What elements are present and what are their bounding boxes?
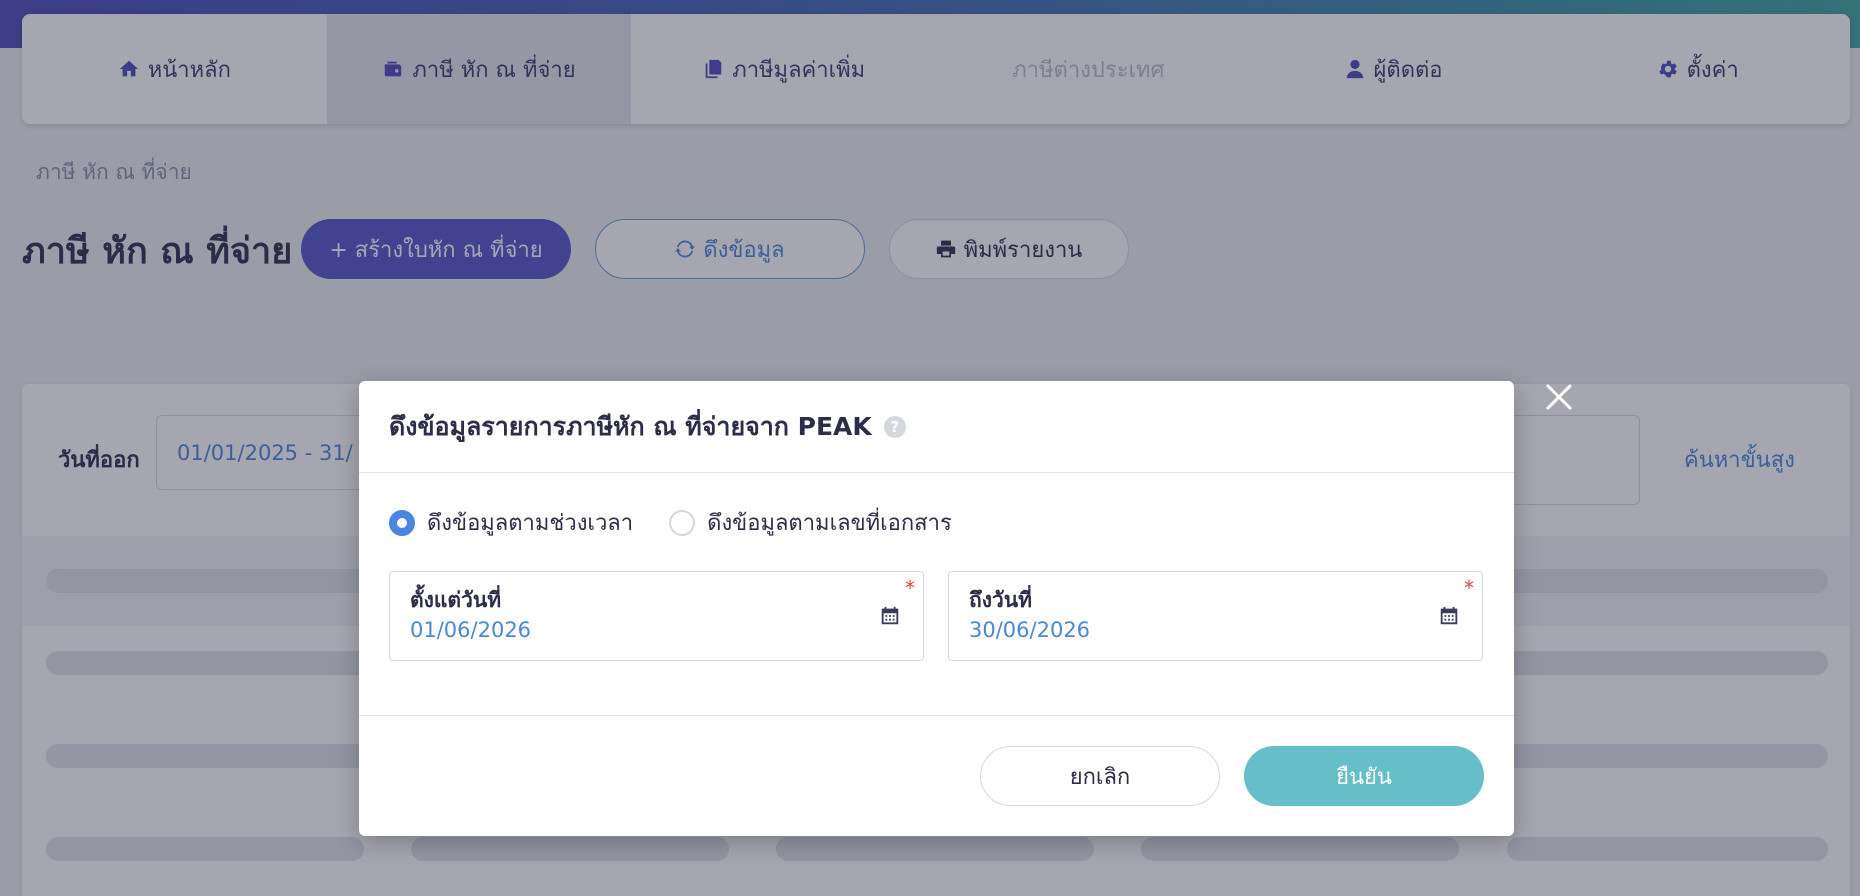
modal-header: ดึงข้อมูลรายการภาษีหัก ณ ที่จ่ายจาก PEAK… (359, 381, 1514, 473)
confirm-button[interactable]: ยืนยัน (1244, 746, 1484, 806)
date-from-value: 01/06/2026 (410, 618, 532, 642)
fetch-mode-radio-group: ดึงข้อมูลตามช่วงเวลา ดึงข้อมูลตามเลขที่เ… (389, 505, 952, 540)
radio-by-period[interactable]: ดึงข้อมูลตามช่วงเวลา (389, 505, 633, 540)
cancel-button[interactable]: ยกเลิก (980, 746, 1220, 806)
close-modal-button[interactable] (1545, 383, 1573, 411)
radio-checked-icon (389, 509, 415, 536)
fetch-data-modal: ดึงข้อมูลรายการภาษีหัก ณ ที่จ่ายจาก PEAK… (359, 381, 1514, 836)
modal-title: ดึงข้อมูลรายการภาษีหัก ณ ที่จ่ายจาก PEAK (389, 411, 872, 441)
radio-label: ดึงข้อมูลตามเลขที่เอกสาร (707, 511, 952, 536)
required-marker: * (905, 576, 915, 600)
modal-footer-divider (359, 715, 1514, 716)
date-from-label: ตั้งแต่วันที่ (410, 588, 502, 612)
help-icon[interactable]: ? (883, 415, 906, 438)
radio-unchecked-icon (669, 509, 696, 536)
calendar-icon[interactable] (1438, 605, 1460, 627)
date-from-field[interactable]: ตั้งแต่วันที่ 01/06/2026 * (389, 571, 924, 661)
date-to-field[interactable]: ถึงวันที่ 30/06/2026 * (948, 571, 1483, 661)
date-to-value: 30/06/2026 (969, 618, 1091, 642)
radio-by-document-number[interactable]: ดึงข้อมูลตามเลขที่เอกสาร (669, 505, 952, 540)
close-icon (1546, 384, 1572, 410)
date-to-label: ถึงวันที่ (969, 588, 1032, 612)
calendar-icon[interactable] (879, 605, 901, 627)
required-marker: * (1464, 576, 1474, 600)
radio-label: ดึงข้อมูลตามช่วงเวลา (427, 511, 634, 536)
